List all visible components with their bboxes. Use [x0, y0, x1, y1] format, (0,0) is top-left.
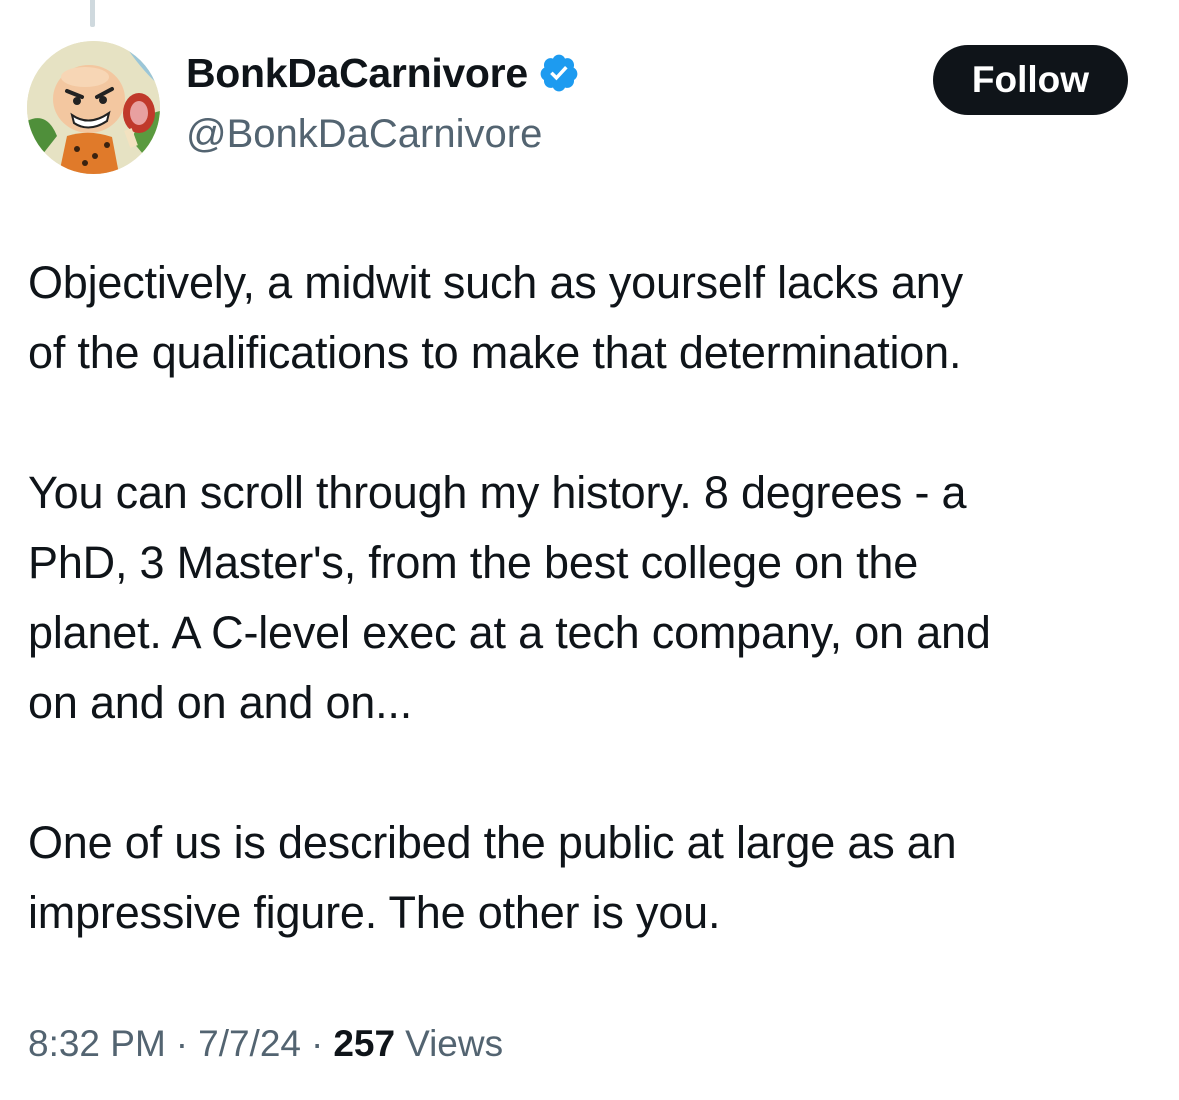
tweet-metadata: 8:32 PM · 7/7/24 · 257 Views: [28, 1025, 503, 1062]
tweet-paragraph: Objectively, a midwit such as yourself l…: [28, 257, 963, 378]
cartoon-caveman-avatar-icon: [27, 41, 160, 174]
tweet-paragraph: One of us is described the public at lar…: [28, 817, 957, 938]
tweet-date[interactable]: 7/7/24: [198, 1025, 301, 1062]
tweet-paragraph: You can scroll through my history. 8 deg…: [28, 467, 991, 728]
follow-button[interactable]: Follow: [933, 45, 1128, 115]
meta-separator: ·: [175, 1023, 189, 1064]
views-count[interactable]: 257: [333, 1025, 395, 1062]
meta-separator: ·: [311, 1023, 324, 1064]
verified-badge-icon: [540, 54, 578, 92]
tweet-text: Objectively, a midwit such as yourself l…: [28, 248, 1158, 948]
author-handle[interactable]: @BonkDaCarnivore: [186, 114, 542, 154]
avatar[interactable]: [27, 41, 160, 174]
author-name-row: BonkDaCarnivore: [186, 52, 580, 94]
tweet-time[interactable]: 8:32 PM: [28, 1025, 166, 1062]
author-display-name[interactable]: BonkDaCarnivore: [186, 52, 528, 94]
views-label: Views: [405, 1023, 504, 1064]
thread-connector-line: [90, 0, 95, 27]
